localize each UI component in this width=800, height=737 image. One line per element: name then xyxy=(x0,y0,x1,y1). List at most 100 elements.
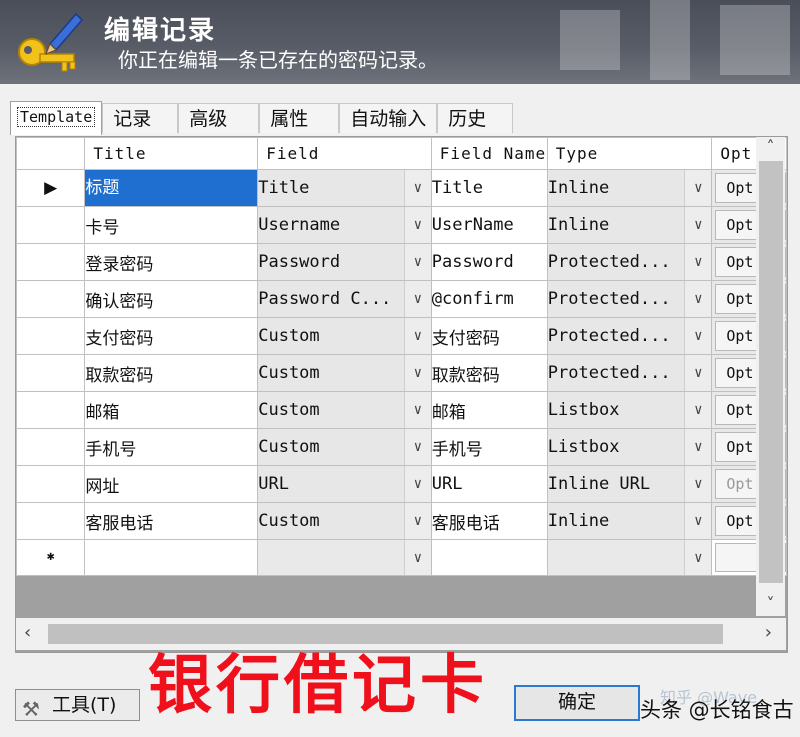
field-select[interactable]: Password ∨ xyxy=(257,243,432,281)
title-cell[interactable]: 标题 xyxy=(84,169,259,207)
field-select[interactable]: Custom ∨ xyxy=(257,502,432,540)
ok-button[interactable]: 确定 xyxy=(514,685,640,721)
chevron-down-icon[interactable]: ∨ xyxy=(684,170,711,206)
tools-button[interactable]: ⚒ 工具(T) xyxy=(15,689,140,721)
tab-bar: Template 记录 高级 属性 自动输入 历史 xyxy=(10,101,514,135)
scroll-up-icon[interactable]: ˄ xyxy=(756,137,785,159)
column-header-field-name[interactable]: Field Name xyxy=(430,137,548,170)
title-cell[interactable]: 登录密码 xyxy=(84,243,259,281)
type-select[interactable]: ∨ xyxy=(546,539,713,576)
type-select[interactable]: Protected... ∨ xyxy=(546,317,713,355)
title-cell[interactable]: 邮箱 xyxy=(84,391,259,429)
title-cell[interactable]: 网址 xyxy=(84,465,259,503)
field-select[interactable]: URL ∨ xyxy=(257,465,432,503)
field-select[interactable]: Username ∨ xyxy=(257,206,432,244)
tab-history[interactable]: 历史 xyxy=(437,103,514,133)
scroll-left-icon[interactable]: ‹ xyxy=(24,622,31,643)
type-select-value: Protected... xyxy=(547,363,671,383)
new-row-indicator[interactable]: ✱ xyxy=(16,539,86,576)
row-header[interactable] xyxy=(16,391,86,429)
current-row-indicator[interactable]: ▶ xyxy=(16,169,86,207)
tab-properties[interactable]: 属性 xyxy=(259,103,340,133)
chevron-down-icon[interactable]: ∨ xyxy=(403,466,431,502)
row-header[interactable] xyxy=(16,465,86,503)
field-select[interactable]: Custom ∨ xyxy=(257,391,432,429)
chevron-down-icon[interactable]: ∨ xyxy=(684,392,711,428)
tab-autotype[interactable]: 自动输入 xyxy=(339,103,438,133)
type-select[interactable]: Inline ∨ xyxy=(546,206,713,244)
title-cell[interactable]: 取款密码 xyxy=(84,354,259,392)
template-grid[interactable]: Title Field Field Name Type Opt ▶ 标题 Title… xyxy=(15,136,788,653)
grid-corner xyxy=(16,137,86,170)
type-select[interactable]: Protected... ∨ xyxy=(546,243,713,281)
chevron-down-icon[interactable]: ∨ xyxy=(403,281,431,317)
field-name-cell[interactable]: 支付密码 xyxy=(430,317,548,355)
scroll-right-icon[interactable]: › xyxy=(765,622,772,643)
chevron-down-icon[interactable]: ∨ xyxy=(403,503,431,539)
chevron-down-icon[interactable]: ∨ xyxy=(684,503,711,539)
chevron-down-icon[interactable]: ∨ xyxy=(403,318,431,354)
row-header[interactable] xyxy=(16,354,86,392)
type-select[interactable]: Listbox ∨ xyxy=(546,428,713,466)
field-select[interactable]: Custom ∨ xyxy=(257,354,432,392)
chevron-down-icon[interactable]: ∨ xyxy=(403,207,431,243)
chevron-down-icon[interactable]: ∨ xyxy=(684,355,711,391)
field-name-cell[interactable]: 邮箱 xyxy=(430,391,548,429)
chevron-down-icon[interactable]: ∨ xyxy=(403,540,431,575)
field-name-cell[interactable]: @confirm xyxy=(430,280,548,318)
title-cell[interactable]: 手机号 xyxy=(84,428,259,466)
title-cell[interactable]: 确认密码 xyxy=(84,280,259,318)
horizontal-scroll-thumb[interactable] xyxy=(48,624,723,644)
title-cell[interactable]: 客服电话 xyxy=(84,502,259,540)
vertical-scroll-thumb[interactable] xyxy=(759,161,783,583)
type-select[interactable]: Inline ∨ xyxy=(546,169,713,207)
type-select[interactable]: Inline URL ∨ xyxy=(546,465,713,503)
field-select[interactable]: ∨ xyxy=(257,539,432,576)
chevron-down-icon[interactable]: ∨ xyxy=(684,540,711,575)
chevron-down-icon[interactable]: ∨ xyxy=(684,429,711,465)
chevron-down-icon[interactable]: ∨ xyxy=(403,429,431,465)
row-header[interactable] xyxy=(16,280,86,318)
type-select[interactable]: Inline ∨ xyxy=(546,502,713,540)
column-header-type[interactable]: Type xyxy=(546,137,713,170)
chevron-down-icon[interactable]: ∨ xyxy=(684,207,711,243)
type-select[interactable]: Listbox ∨ xyxy=(546,391,713,429)
field-name-cell[interactable]: Password xyxy=(430,243,548,281)
field-name-cell[interactable]: 客服电话 xyxy=(430,502,548,540)
type-select[interactable]: Protected... ∨ xyxy=(546,354,713,392)
row-header[interactable] xyxy=(16,502,86,540)
field-select[interactable]: Custom ∨ xyxy=(257,428,432,466)
tab-record[interactable]: 记录 xyxy=(102,103,179,133)
title-cell[interactable]: 支付密码 xyxy=(84,317,259,355)
type-select[interactable]: Protected... ∨ xyxy=(546,280,713,318)
field-name-cell[interactable] xyxy=(430,539,548,576)
chevron-down-icon[interactable]: ∨ xyxy=(684,244,711,280)
field-name-cell[interactable]: UserName xyxy=(430,206,548,244)
field-select[interactable]: Custom ∨ xyxy=(257,317,432,355)
row-header[interactable] xyxy=(16,243,86,281)
chevron-down-icon[interactable]: ∨ xyxy=(684,281,711,317)
chevron-down-icon[interactable]: ∨ xyxy=(403,392,431,428)
vertical-scrollbar[interactable]: ˄ ˅ xyxy=(756,137,785,616)
field-name-cell[interactable]: 手机号 xyxy=(430,428,548,466)
row-header[interactable] xyxy=(16,317,86,355)
title-cell[interactable] xyxy=(84,539,259,576)
row-header[interactable] xyxy=(16,206,86,244)
column-header-field[interactable]: Field xyxy=(257,137,432,170)
field-name-cell[interactable]: URL xyxy=(430,465,548,503)
field-select[interactable]: Password C... ∨ xyxy=(257,280,432,318)
tab-template[interactable]: Template xyxy=(10,101,103,135)
column-header-title[interactable]: Title xyxy=(84,137,259,170)
scroll-down-icon[interactable]: ˅ xyxy=(756,594,785,616)
title-cell[interactable]: 卡号 xyxy=(84,206,259,244)
field-name-cell[interactable]: Title xyxy=(430,169,548,207)
tab-advanced[interactable]: 高级 xyxy=(178,103,260,133)
chevron-down-icon[interactable]: ∨ xyxy=(403,355,431,391)
chevron-down-icon[interactable]: ∨ xyxy=(403,244,431,280)
row-header[interactable] xyxy=(16,428,86,466)
field-name-cell[interactable]: 取款密码 xyxy=(430,354,548,392)
chevron-down-icon[interactable]: ∨ xyxy=(403,170,431,206)
field-select[interactable]: Title ∨ xyxy=(257,169,432,207)
chevron-down-icon[interactable]: ∨ xyxy=(684,466,711,502)
chevron-down-icon[interactable]: ∨ xyxy=(684,318,711,354)
